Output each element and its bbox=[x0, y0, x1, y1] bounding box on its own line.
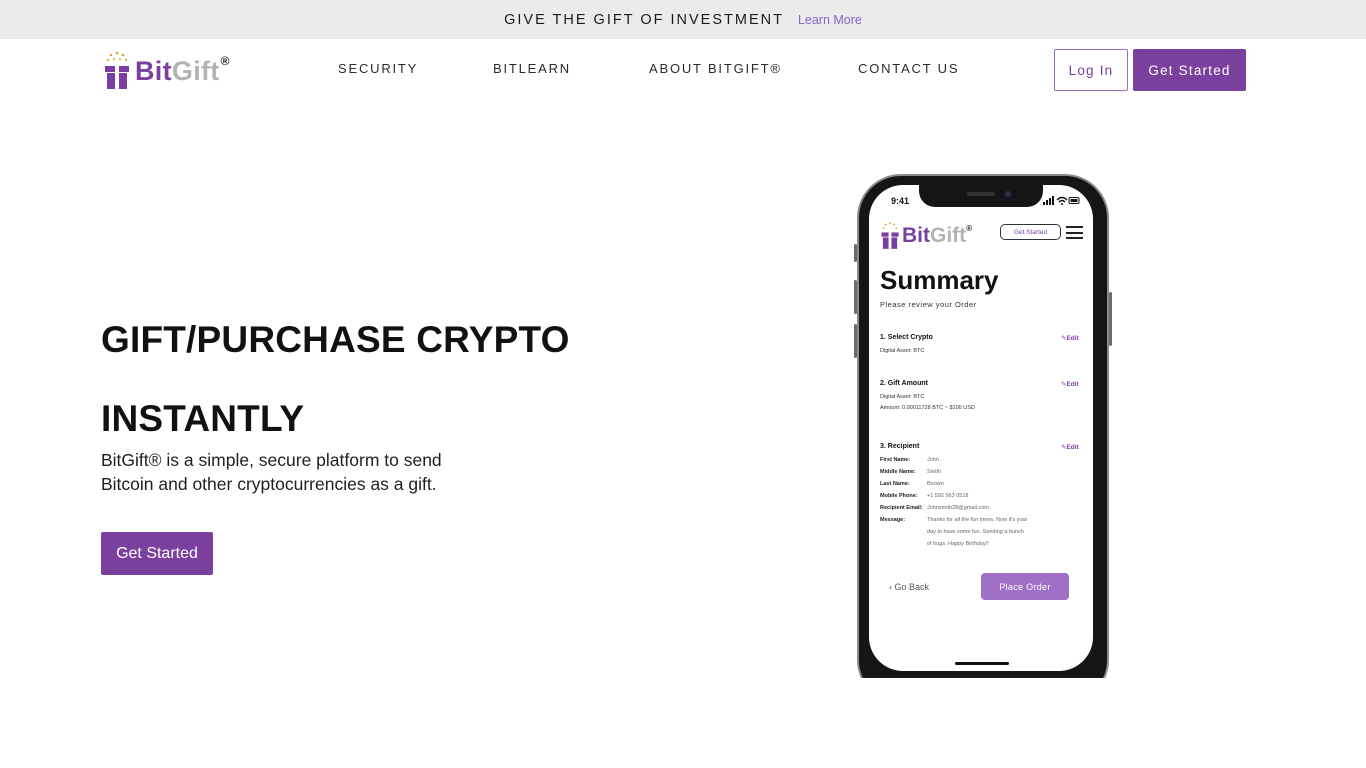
nav-contact-us[interactable]: CONTACT US bbox=[858, 61, 959, 76]
nav-bitlearn[interactable]: BITLEARN bbox=[493, 61, 571, 76]
logo-text-gift: Gift bbox=[171, 55, 220, 86]
recipient-label: Recipient Email: bbox=[880, 505, 923, 511]
bitgift-logo[interactable]: BitGift ® bbox=[103, 49, 229, 93]
gift-box-icon bbox=[881, 222, 899, 249]
recipient-value: John bbox=[927, 457, 939, 463]
recipient-label: Mobile Phone: bbox=[880, 493, 918, 499]
recipient-label: First Name: bbox=[880, 457, 911, 463]
section-gift-amount-title: 2. Gift Amount bbox=[880, 380, 928, 387]
hero-get-started-button[interactable]: Get Started bbox=[101, 532, 213, 575]
mobile-logo-reg: ® bbox=[966, 223, 973, 233]
recipient-value: Johnsmith28@gmail.com bbox=[927, 505, 989, 511]
recipient-value: Boown bbox=[927, 481, 944, 487]
recipient-message-line1: Thanks for all the fun times. Now it's y… bbox=[927, 517, 1028, 523]
edit-link: ✎Edit bbox=[1061, 381, 1079, 388]
section1-asset: Digital Asset: BTC bbox=[880, 348, 925, 354]
hamburger-menu-icon bbox=[1066, 226, 1083, 239]
section-recipient-title: 3. Recipient bbox=[880, 443, 920, 450]
mobile-get-started-button: Get Started bbox=[1000, 224, 1061, 240]
summary-title: Summary bbox=[880, 265, 999, 295]
nav-about-bitgift[interactable]: ABOUT BITGIFT® bbox=[649, 61, 782, 76]
hero-title-line2: INSTANTLY bbox=[101, 398, 305, 439]
phone-mute-switch bbox=[854, 244, 857, 262]
hero-subtitle: BitGift® is a simple, secure platform to… bbox=[101, 450, 442, 494]
nav-security[interactable]: SECURITY bbox=[338, 61, 418, 76]
home-indicator bbox=[955, 662, 1009, 665]
section-select-crypto-title: 1. Select Crypto bbox=[880, 334, 933, 341]
place-order-button: Place Order bbox=[981, 573, 1069, 600]
recipient-message-line2: day to have some fun. Sending a bunch bbox=[927, 529, 1024, 535]
recipient-message-line3: of hugs. Happy Birthday!! bbox=[927, 541, 989, 547]
chevron-left-icon: ‹ bbox=[889, 582, 892, 592]
header-get-started-button[interactable]: Get Started bbox=[1133, 49, 1246, 91]
status-time: 9:41 bbox=[891, 196, 910, 206]
phone-camera bbox=[1005, 191, 1011, 197]
signal-wifi-battery-icon bbox=[1043, 196, 1080, 205]
phone-volume-up bbox=[854, 280, 857, 314]
phone-notch bbox=[919, 185, 1043, 207]
logo-text-bit: Bit bbox=[135, 55, 172, 86]
mobile-logo-gift: Gift bbox=[930, 224, 967, 247]
phone-mockup: 9:41 BitGift ® Get Started Summary Pleas… bbox=[854, 174, 1112, 704]
learn-more-link[interactable]: Learn More bbox=[798, 13, 862, 27]
announcement-bar: GIVE THE GIFT OF INVESTMENT Learn More bbox=[0, 0, 1366, 39]
recipient-label: Message: bbox=[880, 517, 906, 523]
mobile-logo: BitGift ® bbox=[880, 221, 972, 251]
summary-subtitle: Please review your Order bbox=[880, 300, 977, 309]
section2-amount: Amount: 0.00011728 BTC ~ $100 USD bbox=[880, 405, 975, 411]
edit-link: ✎Edit bbox=[1061, 335, 1079, 342]
hero-title: GIFT/PURCHASE CRYPTO INSTANTLY bbox=[101, 300, 661, 458]
announcement-text: GIVE THE GIFT OF INVESTMENT bbox=[504, 11, 784, 28]
edit-link: ✎Edit bbox=[1061, 444, 1079, 451]
go-back-link: ‹ Go Back bbox=[889, 582, 930, 592]
status-icons bbox=[1043, 196, 1081, 207]
logo-registered-mark: ® bbox=[220, 54, 230, 68]
recipient-label: Middle Name: bbox=[880, 469, 916, 475]
gift-box-icon bbox=[105, 51, 129, 89]
phone-speaker bbox=[967, 192, 995, 196]
recipient-value: Smith bbox=[927, 469, 942, 475]
hero-title-line1: GIFT/PURCHASE CRYPTO bbox=[101, 319, 570, 360]
page-background-fill bbox=[840, 678, 1140, 768]
phone-screen: 9:41 BitGift ® Get Started Summary Pleas… bbox=[869, 185, 1093, 671]
mobile-logo-bit: Bit bbox=[902, 224, 930, 247]
section2-asset: Digital Asset: BTC bbox=[880, 394, 925, 400]
login-button[interactable]: Log In bbox=[1054, 49, 1128, 91]
phone-power-button bbox=[1109, 292, 1112, 346]
recipient-value: +1 592 563 0518 bbox=[927, 493, 969, 499]
phone-volume-down bbox=[854, 324, 857, 358]
recipient-label: Last Name: bbox=[880, 481, 910, 487]
